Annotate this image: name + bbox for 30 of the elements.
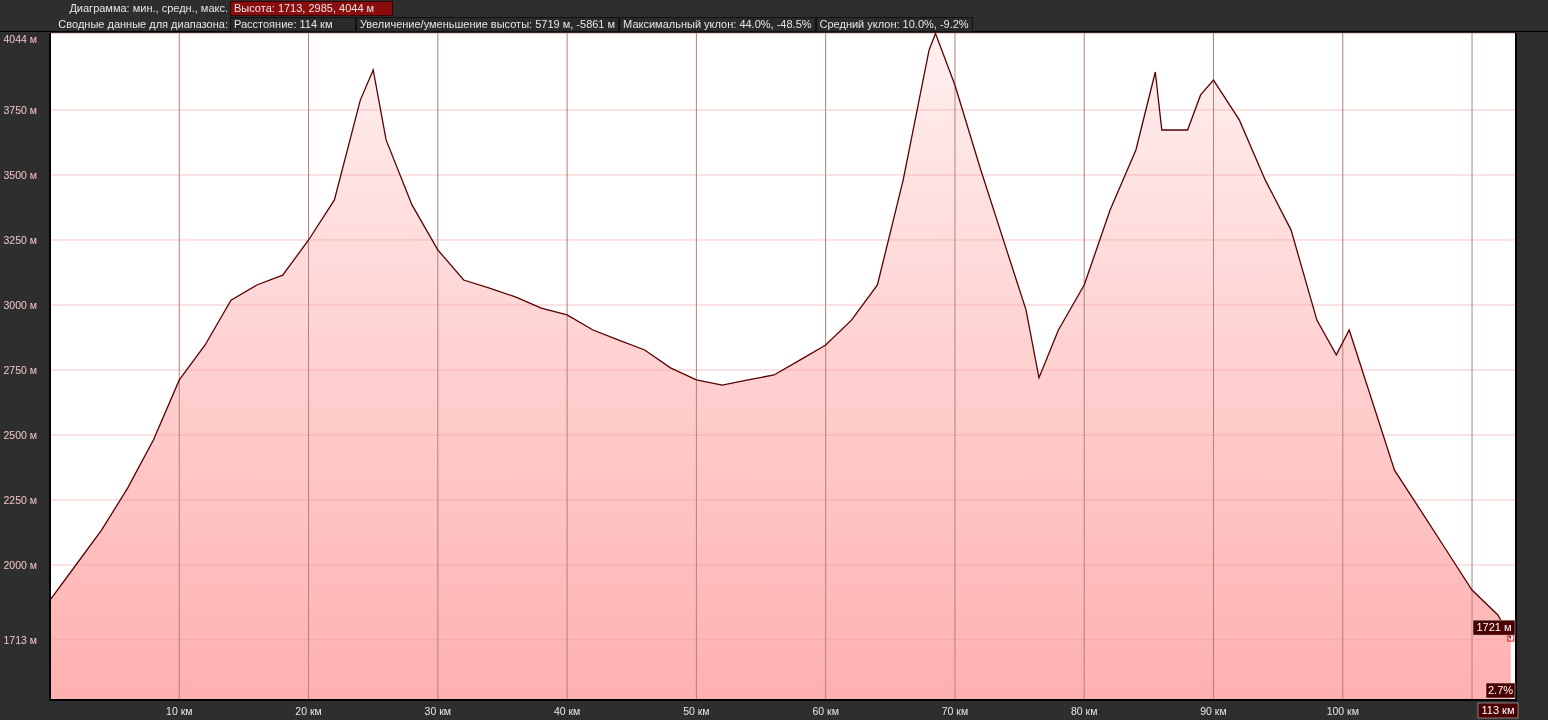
axis-label: 4044 м xyxy=(3,33,37,45)
axis-label: 100 км xyxy=(1326,705,1359,717)
axis-label: 2500 м xyxy=(3,429,37,441)
axis-label: 20 км xyxy=(295,705,322,717)
axis-label: 3500 м xyxy=(3,169,37,181)
axis-label: 2250 м xyxy=(3,494,37,507)
summary-field: Расстояние: 114 км xyxy=(230,17,356,32)
axis-label: 2750 м xyxy=(3,364,37,376)
axis-label: 3250 м xyxy=(3,234,37,246)
summary-field: Увеличение/уменьшение высоты: 5719 м, -5861 м xyxy=(356,17,620,32)
distance-readout: 113 км xyxy=(1477,702,1519,719)
axis-label: 90 км xyxy=(1200,705,1227,717)
grade-readout: 2.7% xyxy=(1485,682,1516,699)
elevation-readout: 1721 м xyxy=(1472,619,1516,636)
axis-label: 10 км xyxy=(166,705,193,717)
summary-label: Сводные данные для диапазона: xyxy=(57,17,228,32)
axis-label: 3750 м xyxy=(3,103,37,116)
axis-label: 3000 м xyxy=(3,299,37,311)
axis-label: 40 км xyxy=(553,705,581,717)
axis-label: 50 км xyxy=(683,705,710,717)
axis-label: 80 км xyxy=(1071,705,1098,717)
chart-label: Диаграмма: мин., средн., макс. xyxy=(68,1,228,16)
axis-label: 2000 м xyxy=(3,559,37,572)
axis-label: 1713 м xyxy=(3,633,37,646)
summary-field: Средний уклон: 10.0%, -9.2% xyxy=(815,17,973,32)
axis-label: 60 км xyxy=(812,705,839,717)
summary-field: Максимальный уклон: 44.0%, -48.5% xyxy=(619,17,816,32)
elevation-summary: Высота: 1713, 2985, 4044 м xyxy=(230,1,393,16)
axis-label: 30 км xyxy=(424,705,452,717)
axis-label: 70 км xyxy=(941,705,969,717)
